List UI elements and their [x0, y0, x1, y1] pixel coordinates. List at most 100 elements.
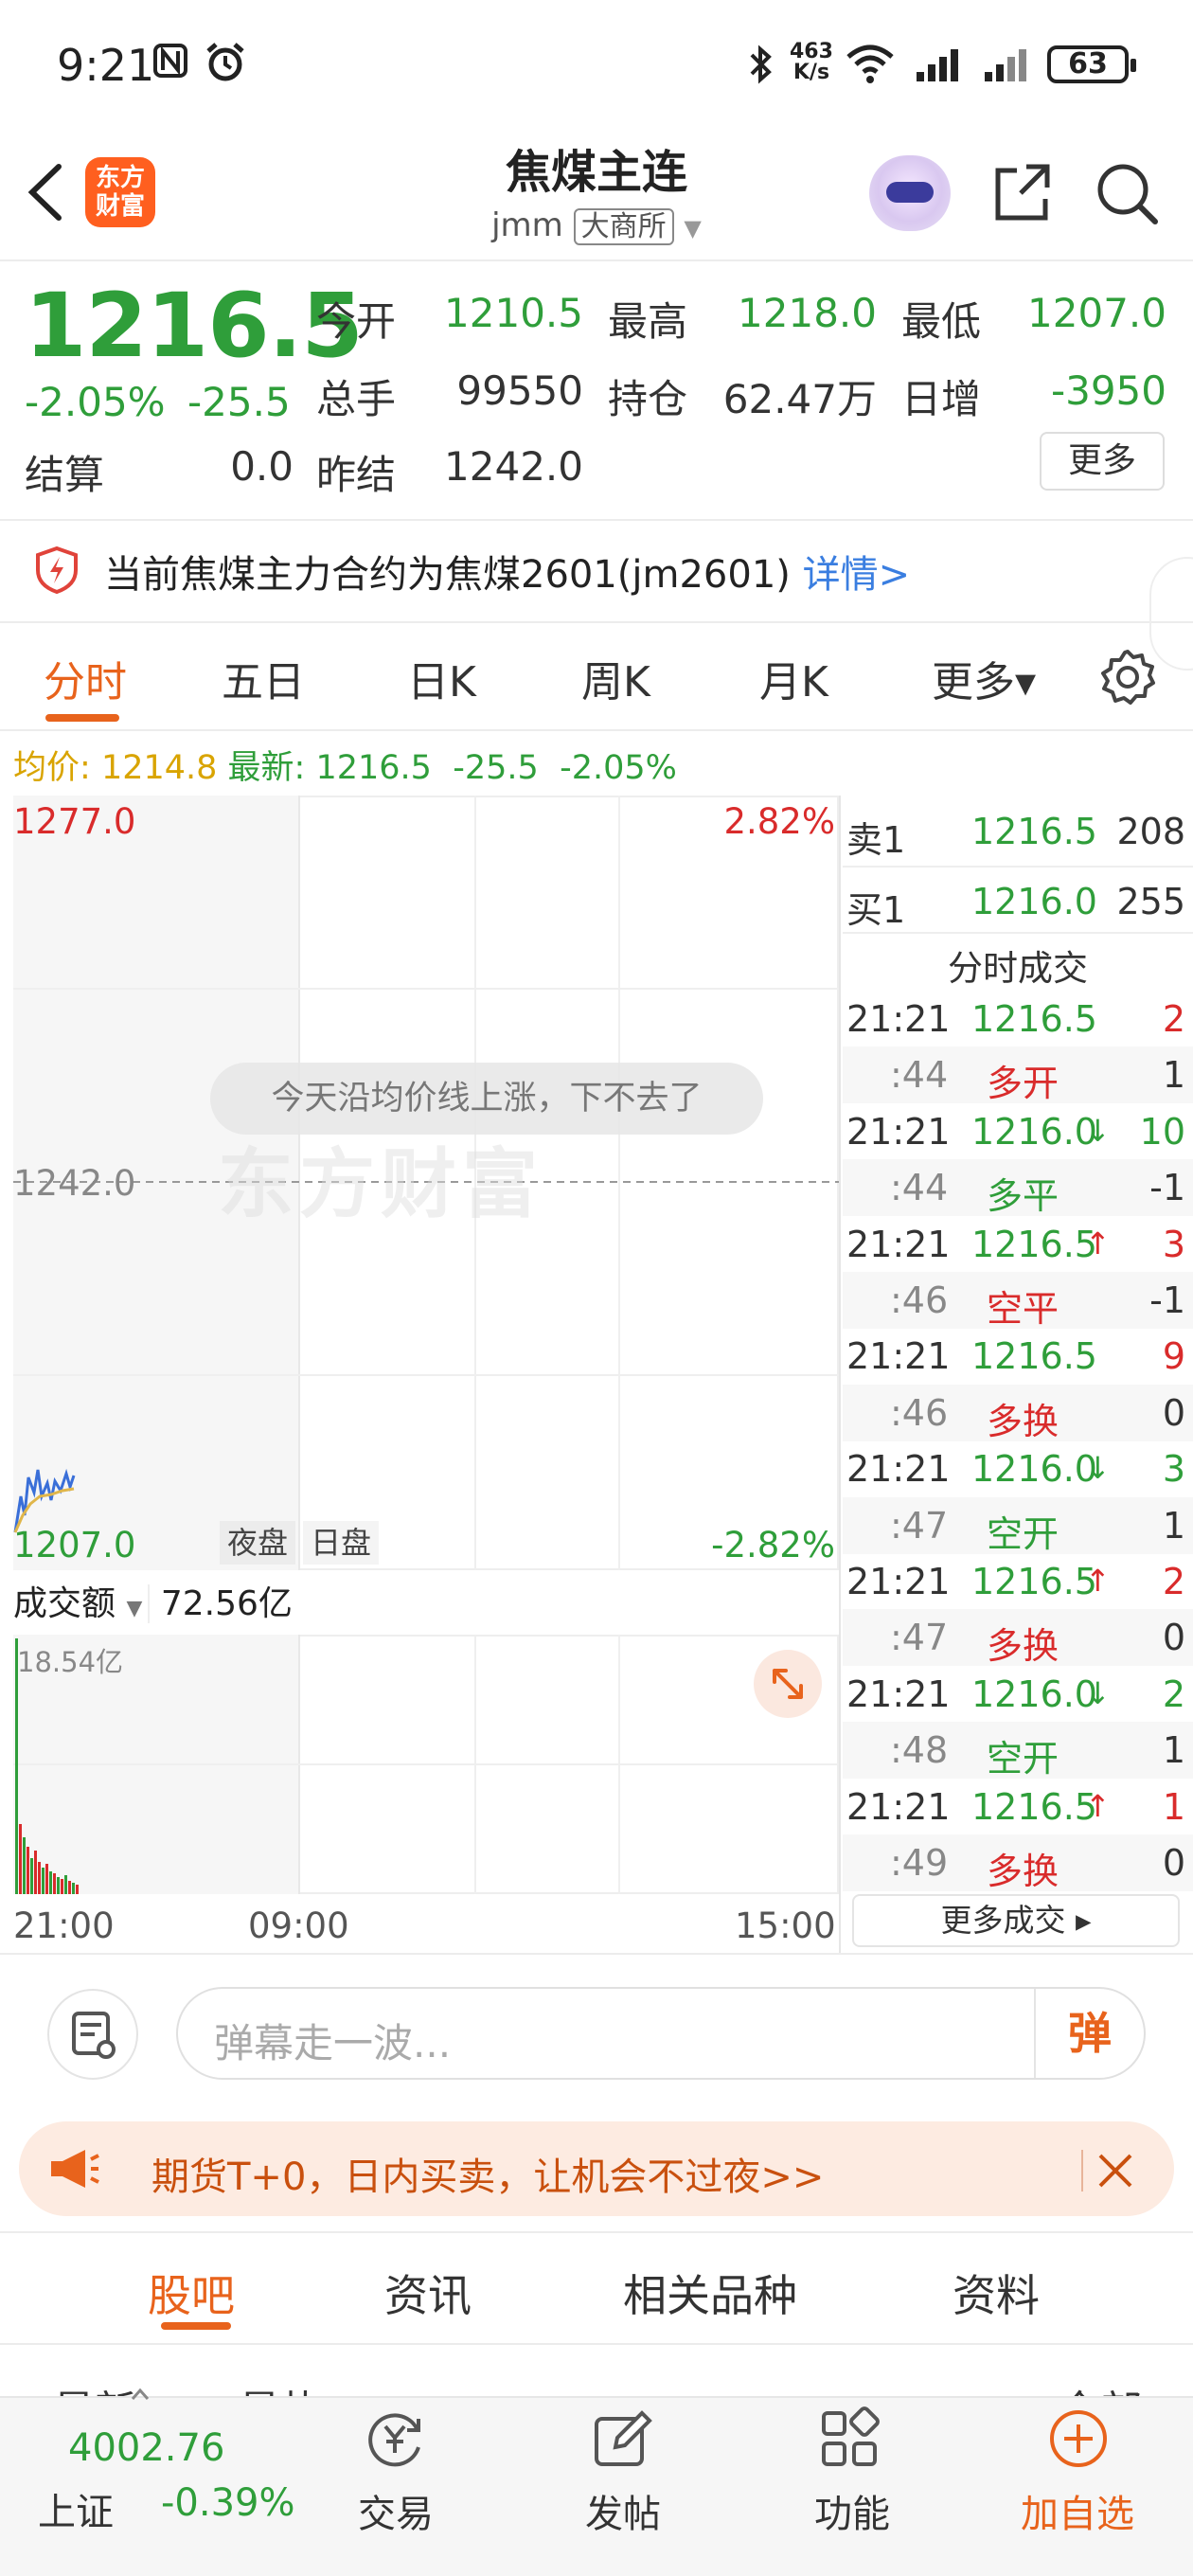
trade-time: :49	[890, 1842, 949, 1884]
tab-profile[interactable]: 资料	[953, 2262, 1040, 2324]
dropdown-icon: ▼	[684, 215, 702, 242]
nav-function[interactable]: 功能	[814, 2483, 890, 2538]
index-name[interactable]: 上证	[38, 2481, 114, 2536]
add-watchlist-icon[interactable]	[1045, 2406, 1112, 2472]
trade-icon[interactable]	[362, 2406, 428, 2472]
open-label: 今开	[316, 298, 397, 345]
trade-row: 21:21 1216.0 ↓ 2	[843, 1666, 1193, 1723]
tab-intraday[interactable]: 分时	[44, 648, 127, 708]
index-value[interactable]: 4002.76	[68, 2426, 224, 2470]
notice-details-link[interactable]: 详情>	[803, 553, 911, 597]
trade-row: 21:21 1216.5 ↑ 1	[843, 1779, 1193, 1835]
ask-1-row: 卖1 1216.5 208	[846, 811, 1185, 861]
trade-volume: 2	[1162, 998, 1185, 1040]
open-interest-label: 持仓	[608, 376, 688, 422]
trade-row: 21:21 1216.5 ↑ 3	[843, 1216, 1193, 1273]
volume-total: 72.56亿	[160, 1584, 293, 1623]
trade-row: 21:21 1216.5 2	[843, 991, 1193, 1047]
nav-trade[interactable]: 交易	[358, 2483, 434, 2538]
trade-row: :47 空开 1	[843, 1496, 1193, 1555]
contract-selector[interactable]: jmm 大商所 ▼	[360, 203, 833, 245]
tab-more[interactable]: 更多▾	[932, 648, 1036, 708]
bid-1-row: 买1 1216.0 255	[843, 866, 1193, 934]
trade-row: 21:21 1216.0 ↓ 3	[843, 1440, 1193, 1497]
night-session-tag[interactable]: 夜盘	[220, 1521, 296, 1565]
promo-text: 期货T+0，日内买卖，让机会不过夜>>	[151, 2156, 825, 2199]
day-session-tag[interactable]: 日盘	[303, 1521, 380, 1565]
high-value: 1218.0	[738, 290, 877, 336]
back-button[interactable]	[23, 159, 68, 225]
danmu-bubble[interactable]: 今天沿均价线上涨，下不去了	[210, 1063, 763, 1135]
nav-add-watchlist[interactable]: 加自选	[1021, 2483, 1134, 2538]
trade-volume: 3	[1162, 1223, 1185, 1265]
close-icon[interactable]	[1095, 2150, 1136, 2191]
trade-time: 21:21	[846, 1110, 951, 1153]
share-icon[interactable]	[988, 159, 1057, 227]
megaphone-icon	[47, 2146, 100, 2195]
trade-row: :47 多换 0	[843, 1609, 1193, 1667]
volume-chart[interactable]	[13, 1635, 839, 1894]
trade-direction-icon: ↓	[1085, 1674, 1111, 1711]
battery-indicator: 63	[1047, 45, 1136, 83]
index-pct[interactable]: -0.39%	[161, 2481, 295, 2525]
gear-icon[interactable]	[1098, 648, 1157, 710]
bluetooth-icon	[748, 44, 775, 89]
time-axis-end: 15:00	[735, 1905, 836, 1946]
trade-direction-icon: ↓	[1085, 1450, 1111, 1487]
signal-icon-1	[915, 45, 966, 87]
page-title: 焦煤主连	[505, 146, 687, 199]
note-icon[interactable]	[47, 1989, 138, 2080]
tab-weekly-k[interactable]: 周K	[581, 648, 650, 708]
trade-type: 空开	[987, 1512, 1059, 1555]
trade-volume: 2	[1162, 1673, 1185, 1715]
trade-volume: 10	[1139, 1110, 1185, 1153]
volume-label: 总手	[316, 376, 397, 422]
last-price: 1216.5	[25, 275, 364, 378]
ai-assistant-icon[interactable]	[869, 155, 951, 231]
open-value: 1210.5	[444, 290, 583, 336]
trade-time: :44	[890, 1167, 949, 1209]
y-axis-mid: 1242.0	[13, 1163, 136, 1204]
pct-bottom: -2.82%	[711, 1525, 835, 1565]
trade-price: 1216.5	[971, 1785, 1097, 1828]
pct-top: 2.82%	[723, 801, 835, 842]
function-icon[interactable]	[816, 2406, 882, 2472]
expand-icon[interactable]	[754, 1650, 822, 1718]
trade-time: :46	[890, 1391, 949, 1434]
danmu-toggle-button[interactable]: 弹	[1034, 1989, 1144, 2078]
notice-text: 当前焦煤主力合约为焦煤2601(jm2601)	[104, 553, 791, 597]
trade-time: 21:21	[846, 1673, 951, 1715]
tab-daily-k[interactable]: 日K	[407, 648, 476, 708]
low-value: 1207.0	[1027, 290, 1166, 336]
app-logo: 东方 财富	[85, 157, 155, 227]
more-quote-button[interactable]: 更多	[1040, 432, 1165, 491]
more-trades-button[interactable]: 更多成交 ▸	[852, 1894, 1180, 1947]
wifi-icon	[845, 44, 896, 87]
nav-post[interactable]: 发帖	[585, 2483, 661, 2538]
active-bottom-tab-indicator	[161, 2322, 231, 2330]
post-icon[interactable]	[589, 2406, 655, 2472]
trade-row: :48 空开 1	[843, 1722, 1193, 1780]
trade-time: :47	[890, 1617, 949, 1659]
trade-type: 多开	[987, 1063, 1059, 1105]
tab-forum[interactable]: 股吧	[148, 2262, 235, 2324]
trade-row: :46 多换 0	[843, 1384, 1193, 1442]
tab-news[interactable]: 资讯	[384, 2262, 472, 2324]
active-tab-indicator	[45, 714, 119, 722]
trade-type: 空开	[987, 1738, 1059, 1780]
y-axis-bottom: 1207.0	[13, 1525, 136, 1565]
trade-volume: 1	[1162, 1729, 1185, 1772]
trade-price: 1216.0	[971, 1673, 1097, 1715]
trade-price: 1216.0	[971, 1110, 1097, 1153]
trade-row: :49 多换 0	[843, 1834, 1193, 1892]
trade-volume: 1	[1162, 1785, 1185, 1828]
trade-direction-icon: ↓	[1085, 1112, 1111, 1149]
settle-label: 结算	[25, 452, 105, 498]
tab-related[interactable]: 相关品种	[623, 2262, 797, 2324]
volume-type-selector[interactable]: 成交额 ▼	[13, 1584, 151, 1623]
alarm-icon	[205, 42, 246, 92]
trade-time: 21:21	[846, 998, 951, 1040]
search-icon[interactable]	[1093, 159, 1161, 227]
tab-five-day[interactable]: 五日	[222, 648, 305, 708]
tab-monthly-k[interactable]: 月K	[759, 648, 828, 708]
